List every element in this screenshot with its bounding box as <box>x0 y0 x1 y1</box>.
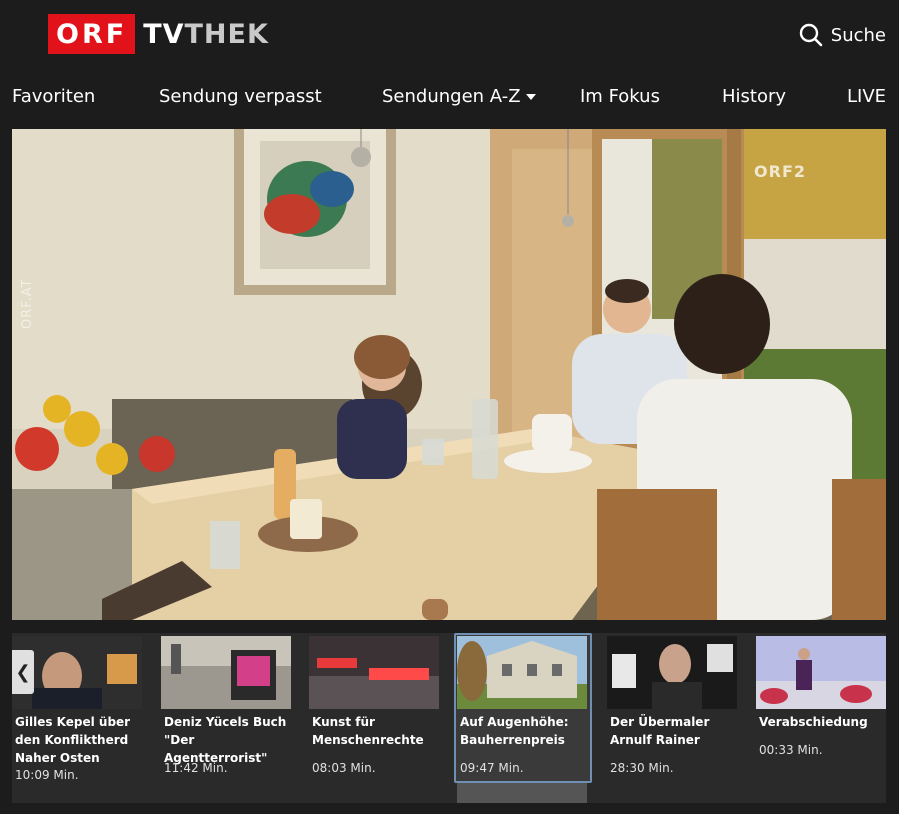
card-duration: 09:47 Min. <box>460 761 524 775</box>
card-duration: 11:42 Min. <box>164 761 228 775</box>
thumbnail <box>607 636 737 709</box>
video-frame <box>12 129 886 620</box>
nav-item-sendungen-a-z[interactable]: Sendungen A-Z <box>382 86 536 107</box>
card-title: Der Übermaler Arnulf Rainer <box>610 715 710 747</box>
carousel-item-active[interactable]: Auf Augenhöhe: Bauherrenpreis 09:47 Min. <box>454 633 592 783</box>
carousel-prev-button[interactable]: ❮ <box>12 650 34 694</box>
card-duration: 10:09 Min. <box>15 768 79 782</box>
nav-item-favoriten[interactable]: Favoriten <box>12 86 95 107</box>
card-title: Auf Augenhöhe: Bauherrenpreis <box>460 715 569 747</box>
active-indicator <box>457 783 587 803</box>
nav-item-im-fokus[interactable]: Im Fokus <box>580 86 660 107</box>
card-title: Kunst für Menschenrechte <box>312 715 424 747</box>
side-watermark: ORF.AT <box>20 278 35 329</box>
carousel-item[interactable]: Deniz Yücels Buch "Der Agentterrorist" 1… <box>161 633 309 803</box>
chevron-left-icon: ❮ <box>15 661 31 683</box>
card-duration: 08:03 Min. <box>312 761 376 775</box>
card-title: Deniz Yücels Buch "Der Agentterrorist" <box>164 715 287 765</box>
carousel-item[interactable]: ❮ Gilles Kepel über den Konfliktherd Nah… <box>12 633 160 803</box>
main-nav: Favoriten Sendung verpasst Sendungen A-Z… <box>0 80 899 116</box>
card-duration: 00:33 Min. <box>759 743 823 757</box>
carousel-item[interactable]: Verabschiedung 00:33 Min. <box>756 633 886 803</box>
video-carousel: ❮ Gilles Kepel über den Konfliktherd Nah… <box>12 633 886 803</box>
channel-watermark: ORF2 <box>754 162 806 181</box>
nav-item-sendung-verpasst[interactable]: Sendung verpasst <box>159 86 322 107</box>
header: ORF TV THEK Suche <box>0 0 899 70</box>
logo-tv: TV <box>143 18 185 50</box>
search-button[interactable]: Suche <box>799 22 886 48</box>
thumbnail <box>161 636 291 709</box>
logo-orf: ORF <box>48 14 136 54</box>
orf-tvthek-logo[interactable]: ORF TV THEK <box>48 14 269 54</box>
nav-item-sendungen-a-z-label: Sendungen A-Z <box>382 86 521 107</box>
thumbnail <box>309 636 439 709</box>
search-icon <box>799 23 823 47</box>
carousel-item[interactable]: Der Übermaler Arnulf Rainer 28:30 Min. <box>607 633 755 803</box>
thumbnail <box>457 636 587 709</box>
search-label: Suche <box>830 24 886 46</box>
carousel-item[interactable]: Kunst für Menschenrechte 08:03 Min. <box>309 633 457 803</box>
card-duration: 28:30 Min. <box>610 761 674 775</box>
logo-thek: THEK <box>184 18 269 50</box>
video-player[interactable]: ORF2 ORF.AT <box>12 129 886 620</box>
chevron-down-icon <box>525 94 536 100</box>
nav-item-history[interactable]: History <box>722 86 786 107</box>
thumbnail <box>756 636 886 709</box>
card-title: Verabschiedung <box>759 715 868 729</box>
card-title: Gilles Kepel über den Konfliktherd Naher… <box>15 715 131 765</box>
nav-item-live[interactable]: LIVE <box>847 86 886 107</box>
